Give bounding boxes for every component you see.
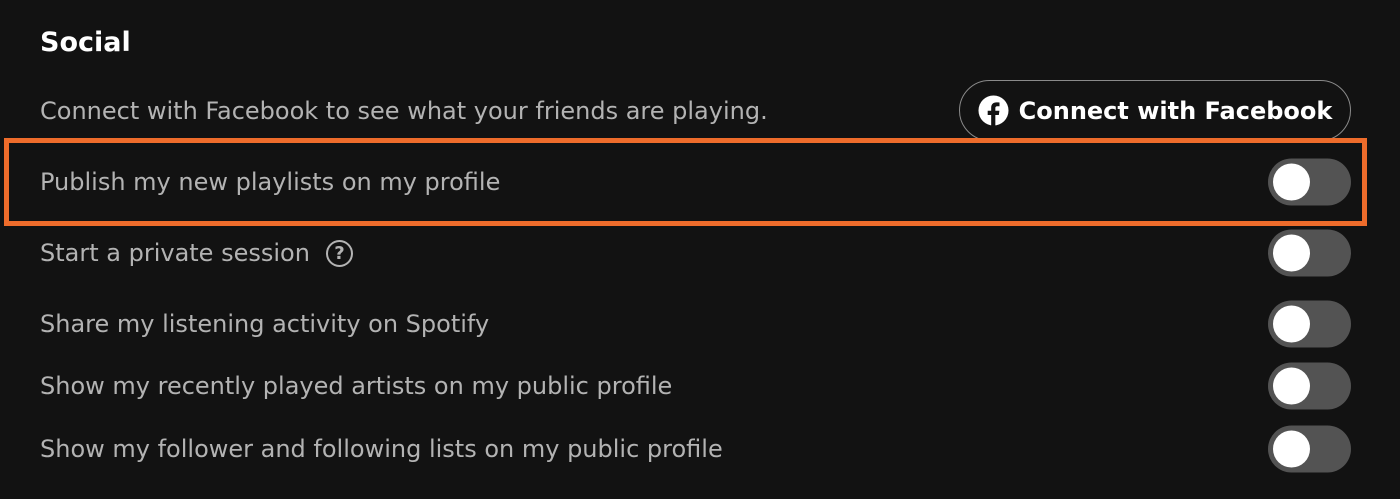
- share-listening-activity-toggle[interactable]: [1268, 300, 1351, 348]
- publish-playlists-toggle[interactable]: [1268, 158, 1351, 206]
- setting-label: Share my listening activity on Spotify: [40, 310, 490, 338]
- recently-played-artists-toggle[interactable]: [1268, 362, 1351, 410]
- setting-row-share-listening-activity: Share my listening activity on Spotify: [0, 293, 1400, 355]
- setting-row-follower-following-lists: Show my follower and following lists on …: [0, 418, 1400, 480]
- setting-row-recently-played-artists: Show my recently played artists on my pu…: [0, 355, 1400, 417]
- question-mark-circle-icon[interactable]: ?: [325, 239, 353, 267]
- connect-with-facebook-button[interactable]: Connect with Facebook: [959, 80, 1351, 141]
- follower-following-lists-toggle[interactable]: [1268, 425, 1351, 473]
- toggle-knob: [1273, 163, 1310, 201]
- facebook-icon: [978, 95, 1009, 126]
- private-session-toggle[interactable]: [1268, 229, 1351, 277]
- setting-label-wrapper: Start a private session ?: [40, 239, 353, 267]
- setting-row-publish-playlists: Publish my new playlists on my profile: [0, 151, 1400, 213]
- toggle-knob: [1273, 305, 1310, 343]
- social-settings-page: Social Connect with Facebook to see what…: [0, 0, 1400, 499]
- setting-label: Publish my new playlists on my profile: [40, 168, 501, 196]
- setting-label: Show my follower and following lists on …: [40, 435, 723, 463]
- facebook-connect-description: Connect with Facebook to see what your f…: [40, 97, 768, 125]
- toggle-knob: [1273, 234, 1310, 272]
- toggle-knob: [1273, 430, 1310, 468]
- connect-with-facebook-label: Connect with Facebook: [1018, 96, 1333, 125]
- section-title: Social: [40, 27, 131, 58]
- setting-label: Start a private session: [40, 239, 310, 267]
- toggle-knob: [1273, 367, 1310, 405]
- setting-label: Show my recently played artists on my pu…: [40, 372, 673, 400]
- setting-row-private-session: Start a private session ?: [0, 222, 1400, 284]
